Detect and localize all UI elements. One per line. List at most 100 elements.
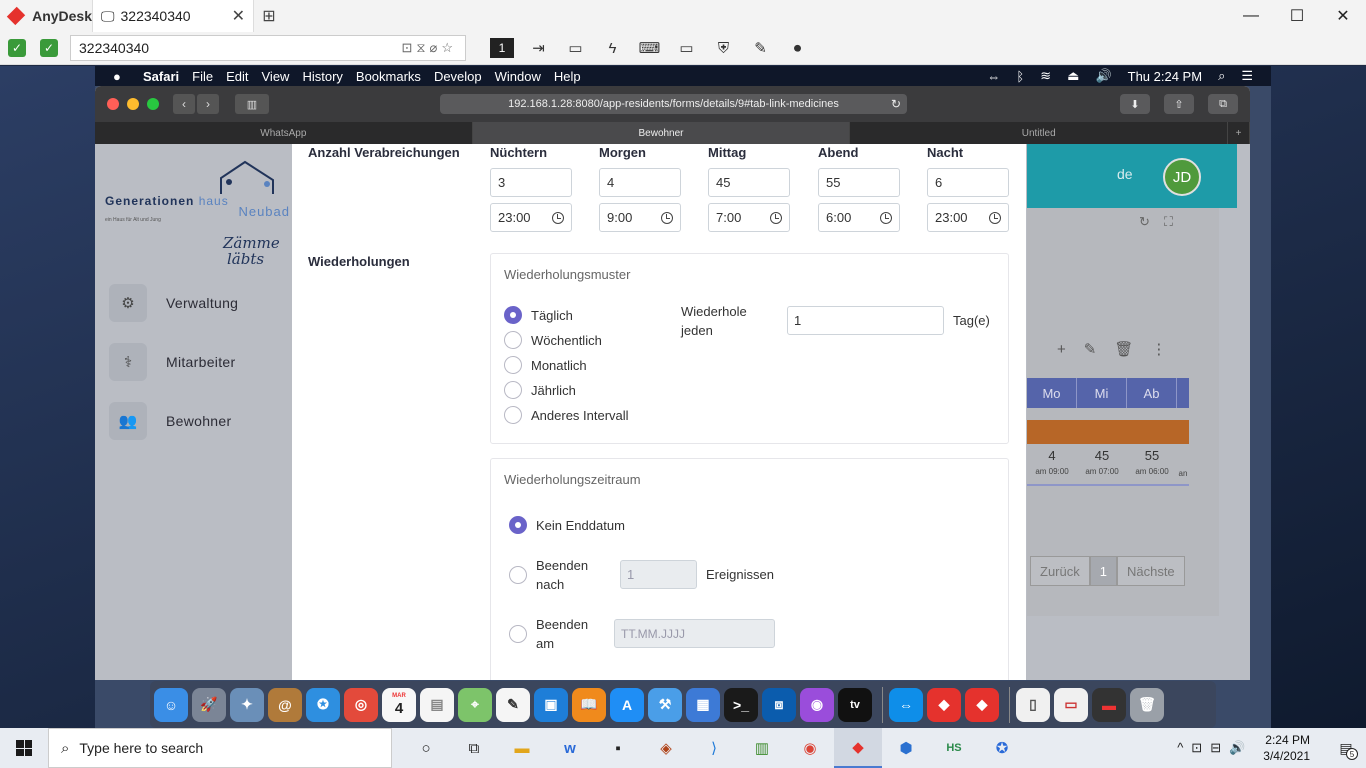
reload-icon[interactable]: ↻ [891, 97, 901, 111]
nav-item-bewohner[interactable]: 👥 Bewohner [109, 402, 238, 440]
apple-icon[interactable]: ● [113, 69, 133, 84]
end-on-date-input[interactable]: TT.MM.JJJJ [614, 619, 775, 648]
radio-daily[interactable]: Täglich [504, 306, 573, 324]
wifi-icon[interactable]: ≋ [1040, 68, 1051, 84]
add-icon[interactable]: + [1057, 341, 1084, 358]
radio-yearly[interactable]: Jährlich [504, 381, 576, 399]
radio-no-end-date[interactable]: Kein Enddatum [509, 516, 625, 534]
notification-center-icon[interactable]: ☰ [1241, 68, 1253, 84]
brand-logo[interactable]: Generationen haus Neubad ein Haus für Al… [105, 160, 290, 267]
new-tab-plus-icon[interactable]: + [1228, 122, 1250, 144]
task-view-icon[interactable]: ⧉ [450, 728, 498, 768]
menu-app-name[interactable]: Safari [143, 69, 179, 84]
teamviewer-status-icon[interactable]: ⇔ [987, 69, 1000, 84]
menu-bookmarks[interactable]: Bookmarks [356, 69, 421, 84]
cortana-icon[interactable]: ○ [402, 728, 450, 768]
tab-untitled[interactable]: Untitled [850, 122, 1229, 144]
avatar[interactable]: JD [1163, 158, 1201, 196]
webstorm-icon[interactable]: w [546, 728, 594, 768]
time-input-nacht[interactable]: 23:00 [927, 203, 1009, 232]
game-icon[interactable]: ◈ [642, 728, 690, 768]
trash-icon[interactable]: 🗑 [1114, 341, 1151, 358]
radio-end-on[interactable] [509, 625, 536, 643]
taskbar-clock[interactable]: 2:24 PM 3/4/2021 [1263, 732, 1310, 764]
url-bar[interactable]: 192.168.1.28:8080/app-residents/forms/de… [440, 94, 907, 114]
start-button[interactable] [0, 728, 48, 768]
radio-end-after[interactable] [509, 566, 536, 584]
edit-icon[interactable]: ✎ [1084, 341, 1115, 358]
menu-view[interactable]: View [262, 69, 290, 84]
radio-other-interval[interactable]: Anderes Intervall [504, 406, 629, 424]
taskbar-search[interactable]: ⌕ Type here to search [48, 728, 392, 768]
file-explorer-icon[interactable]: ▬ [498, 728, 546, 768]
contacts-icon[interactable]: @ [268, 687, 302, 722]
zoom-window-button[interactable] [147, 98, 159, 110]
tabs-overview-icon[interactable]: ⧉ [1208, 94, 1238, 114]
new-tab-icon[interactable]: ⊞ [254, 6, 284, 26]
nav-item-mitarbeiter[interactable]: ⚕ Mitarbeiter [109, 343, 238, 381]
refresh-icon[interactable]: ↻ [1139, 214, 1164, 229]
script-editor-icon[interactable]: ✎ [496, 687, 530, 722]
count-input-nuechtern[interactable]: 3 [490, 168, 572, 197]
screenshot-file-icon[interactable]: ▭ [1054, 687, 1088, 722]
pager-prev-button[interactable]: Zurück [1030, 556, 1090, 586]
more-icon[interactable]: ⋮ [1151, 341, 1184, 358]
maps-icon[interactable]: ⌖ [458, 687, 492, 722]
trash-icon[interactable]: 🗑 [1130, 687, 1164, 722]
repeat-every-input[interactable]: 1 [787, 306, 944, 335]
remote-desktop-icon[interactable]: ⧈ [762, 687, 796, 722]
apple-tv-icon[interactable]: tv [838, 687, 872, 722]
menu-clock[interactable]: Thu 2:24 PM [1128, 69, 1202, 84]
close-window-button[interactable] [107, 98, 119, 110]
time-input-morgen[interactable]: 9:00 [599, 203, 681, 232]
keyboard-icon[interactable]: ⌨ [631, 35, 668, 61]
preview-icon[interactable]: ✦ [230, 687, 264, 722]
menu-edit[interactable]: Edit [226, 69, 248, 84]
chart-app-icon[interactable]: ▥ [738, 728, 786, 768]
minimize-window-button[interactable] [127, 98, 139, 110]
count-input-morgen[interactable]: 4 [599, 168, 681, 197]
podcasts-icon[interactable]: ◉ [800, 687, 834, 722]
calendar-icon[interactable]: MAR 4 [382, 687, 416, 722]
end-after-input[interactable]: 1 [620, 560, 697, 589]
address-action-icons[interactable]: ⊡⧖⌀☆ [402, 40, 458, 56]
simulator-icon[interactable]: ▦ [686, 687, 720, 722]
count-input-abend[interactable]: 55 [818, 168, 900, 197]
tab-whatsapp[interactable]: WhatsApp [95, 122, 473, 144]
network-app-icon[interactable]: ⬢ [882, 728, 930, 768]
display-icon[interactable]: ▭ [668, 35, 705, 61]
anydesk-installer-icon[interactable]: ◆ [965, 687, 999, 722]
menu-develop[interactable]: Develop [434, 69, 482, 84]
cmd-icon[interactable]: ▪ [594, 728, 642, 768]
photo-booth-icon[interactable]: ◎ [344, 687, 378, 722]
maximize-button[interactable]: ☐ [1274, 0, 1320, 32]
tab-bewohner[interactable]: Bewohner [472, 122, 851, 144]
pager-next-button[interactable]: Nächste [1116, 556, 1185, 586]
teamviewer-icon[interactable]: ⇔ [889, 687, 923, 722]
sidebar-toggle-icon[interactable]: ▥ [235, 94, 269, 114]
anydesk-taskbar-icon[interactable]: ◆ [834, 728, 882, 768]
fullscreen-icon[interactable]: ⛶ [1164, 214, 1187, 229]
spotlight-icon[interactable]: ⌕ [1218, 68, 1225, 84]
monitor-number-button[interactable]: 1 [490, 38, 514, 58]
window-thumbnail-icon[interactable]: ▬ [1092, 687, 1126, 722]
pager-current-page[interactable]: 1 [1089, 556, 1117, 586]
whiteboard-pen-icon[interactable]: ✎ [742, 35, 779, 61]
safari-icon[interactable]: ✪ [306, 687, 340, 722]
xcode-icon[interactable]: ⚒ [648, 687, 682, 722]
time-input-abend[interactable]: 6:00 [818, 203, 900, 232]
tray-icons[interactable]: ^⊡⊟🔊 [1177, 740, 1253, 756]
notifications-icon[interactable]: ▤ 5 [1326, 728, 1366, 768]
time-input-nuechtern[interactable]: 23:00 [490, 203, 572, 232]
anydesk-dock-icon[interactable]: ◆ [927, 687, 961, 722]
vscode-icon[interactable]: ⟩ [690, 728, 738, 768]
language-selector[interactable]: de [1117, 166, 1133, 182]
time-input-mittag[interactable]: 7:00 [708, 203, 790, 232]
eject-icon[interactable]: ⏏ [1067, 68, 1079, 84]
menu-file[interactable]: File [192, 69, 213, 84]
actions-icon[interactable]: ϟ [594, 35, 631, 61]
hs-app-icon[interactable]: HS [930, 728, 978, 768]
downloads-icon[interactable]: ⬇ [1120, 94, 1150, 114]
radio-weekly[interactable]: Wöchentlich [504, 331, 602, 349]
globe-app-icon[interactable]: ✪ [978, 728, 1026, 768]
